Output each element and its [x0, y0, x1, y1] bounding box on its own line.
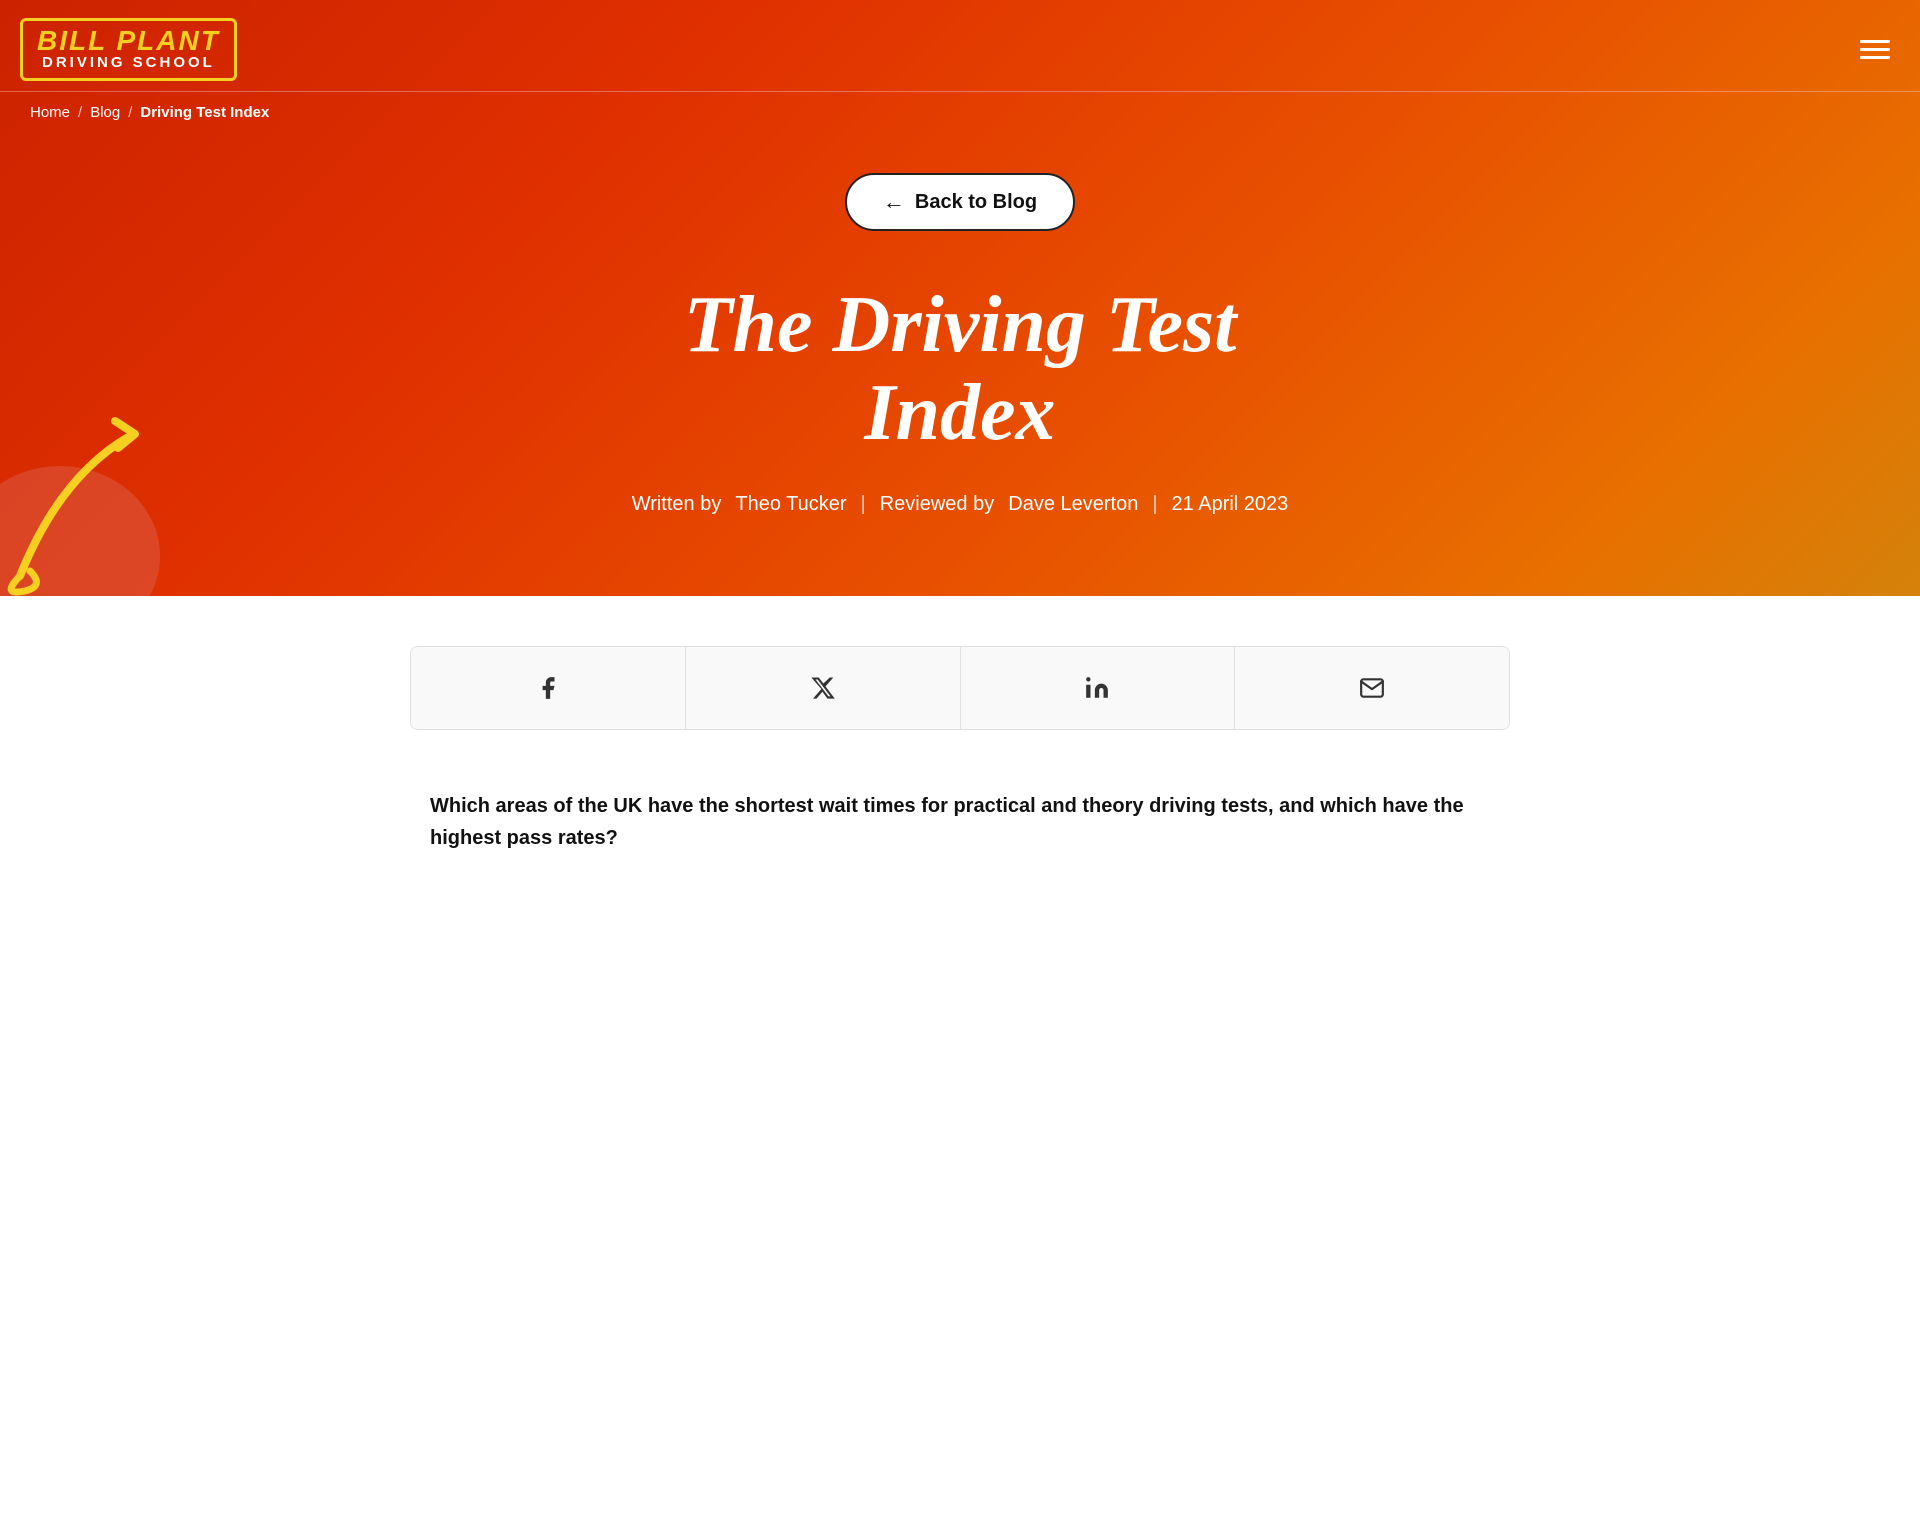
- breadcrumb: Home / Blog / Driving Test Index: [0, 91, 1920, 133]
- site-logo[interactable]: BILL PLANT DRIVING SCHOOL: [20, 18, 237, 81]
- hamburger-line-2: [1860, 48, 1890, 51]
- meta-sep-2: |: [1152, 493, 1157, 516]
- reviewer-name: Dave Leverton: [1008, 493, 1138, 516]
- back-arrow-icon: ←: [883, 189, 905, 215]
- author-meta: Written by Theo Tucker | Reviewed by Dav…: [20, 493, 1900, 516]
- header: BILL PLANT DRIVING SCHOOL Home / Blog / …: [0, 0, 1920, 596]
- share-email-button[interactable]: [1235, 647, 1509, 729]
- meta-sep-1: |: [861, 493, 866, 516]
- x-icon: [810, 675, 836, 701]
- main-content: Which areas of the UK have the shortest …: [0, 596, 1920, 914]
- author-prefix: Written by: [632, 493, 722, 516]
- hamburger-menu[interactable]: [1860, 40, 1890, 59]
- facebook-icon: [535, 675, 561, 701]
- page-title: The Driving Test Index: [610, 281, 1310, 457]
- logo-line2: DRIVING SCHOOL: [37, 55, 220, 70]
- author-name: Theo Tucker: [735, 493, 846, 516]
- back-to-blog-button[interactable]: ← Back to Blog: [845, 173, 1075, 231]
- hamburger-line-1: [1860, 40, 1890, 43]
- article-intro: Which areas of the UK have the shortest …: [410, 790, 1510, 914]
- breadcrumb-sep-1: /: [78, 104, 82, 121]
- share-facebook-button[interactable]: [411, 647, 686, 729]
- logo-line1: BILL PLANT: [37, 27, 220, 55]
- decorative-swoosh: [0, 376, 180, 596]
- share-bar: [410, 646, 1510, 730]
- share-x-button[interactable]: [686, 647, 961, 729]
- breadcrumb-sep-2: /: [128, 104, 132, 121]
- breadcrumb-current: Driving Test Index: [140, 104, 269, 121]
- intro-text: Which areas of the UK have the shortest …: [430, 790, 1490, 854]
- share-linkedin-button[interactable]: [961, 647, 1236, 729]
- email-icon: [1359, 675, 1385, 701]
- header-top: BILL PLANT DRIVING SCHOOL: [0, 0, 1920, 91]
- hamburger-line-3: [1860, 56, 1890, 59]
- hero-section: ← Back to Blog The Driving Test Index Wr…: [0, 133, 1920, 596]
- linkedin-icon: [1084, 675, 1110, 701]
- back-to-blog-label: Back to Blog: [915, 191, 1037, 214]
- breadcrumb-blog[interactable]: Blog: [90, 104, 120, 121]
- reviewer-prefix: Reviewed by: [880, 493, 995, 516]
- breadcrumb-home[interactable]: Home: [30, 104, 70, 121]
- publish-date: 21 April 2023: [1172, 493, 1289, 516]
